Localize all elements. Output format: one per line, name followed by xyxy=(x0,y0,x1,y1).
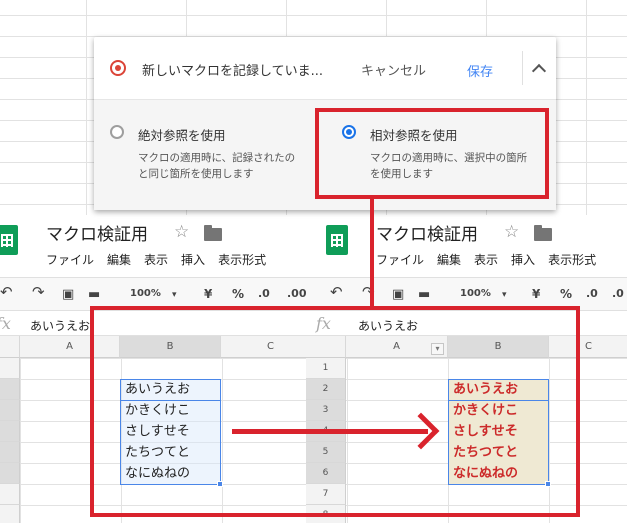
menu-file[interactable]: ファイル xyxy=(376,253,424,267)
menu-view[interactable]: 表示 xyxy=(474,253,498,267)
menu-edit[interactable]: 編集 xyxy=(437,253,461,267)
zoom-select[interactable]: 100% xyxy=(460,288,491,299)
save-button[interactable]: 保存 xyxy=(467,61,493,80)
fx-icon: fx xyxy=(0,314,11,333)
row-header[interactable] xyxy=(0,421,20,442)
redo-icon[interactable]: ↷ xyxy=(32,283,45,301)
option-title: 絶対参照を使用 xyxy=(138,128,226,143)
percent-format-button[interactable]: % xyxy=(232,287,244,301)
menu-format[interactable]: 表示形式 xyxy=(218,253,266,267)
print-icon[interactable]: ▣ xyxy=(392,287,404,302)
percent-format-button[interactable]: % xyxy=(560,287,572,301)
document-title[interactable]: マクロ検証用 xyxy=(46,220,148,245)
paint-format-icon[interactable]: ▬ xyxy=(88,287,100,302)
menu-edit[interactable]: 編集 xyxy=(107,253,131,267)
absolute-reference-radio[interactable] xyxy=(110,125,124,139)
zoom-select[interactable]: 100% xyxy=(130,288,161,299)
corner-header[interactable] xyxy=(0,336,20,358)
decrease-decimal-button[interactable]: .0 xyxy=(586,287,598,300)
connector-line xyxy=(370,199,374,308)
zoom-dropdown-icon[interactable]: ▾ xyxy=(172,290,177,300)
recording-status-text: 新しいマクロを記録していま... xyxy=(142,64,324,79)
menu-format[interactable]: 表示形式 xyxy=(548,253,596,267)
menu-insert[interactable]: 挿入 xyxy=(511,253,535,267)
increase-decimal-button[interactable]: .0 xyxy=(612,287,624,300)
star-icon[interactable]: ☆ xyxy=(504,222,519,242)
row-header[interactable] xyxy=(0,400,20,421)
row-header[interactable] xyxy=(0,442,20,463)
arrow-shaft xyxy=(232,429,428,434)
undo-icon[interactable]: ↶ xyxy=(0,283,13,301)
chevron-up-icon[interactable] xyxy=(522,51,556,85)
menu-view[interactable]: 表示 xyxy=(144,253,168,267)
row-header[interactable] xyxy=(0,358,20,379)
row-header[interactable] xyxy=(0,484,20,505)
paint-format-icon[interactable]: ▬ xyxy=(418,287,430,302)
formula-input[interactable]: あいうえお xyxy=(30,317,90,334)
zoom-dropdown-icon[interactable]: ▾ xyxy=(502,290,507,300)
record-icon xyxy=(110,60,126,76)
highlight-box-sheets xyxy=(90,306,580,517)
menu-bar: ファイル 編集 表示 挿入 表示形式 xyxy=(46,251,279,268)
dialog-header: 新しいマクロを記録していま... キャンセル 保存 xyxy=(94,37,556,99)
increase-decimal-button[interactable]: .00 xyxy=(287,287,306,300)
menu-file[interactable]: ファイル xyxy=(46,253,94,267)
option-description: マクロの適用時に、記録されたのと同じ箇所を使用します xyxy=(138,152,296,180)
highlight-box-relative-option xyxy=(315,108,549,199)
row-header[interactable] xyxy=(0,463,20,484)
option-absolute-reference[interactable]: 絶対参照を使用 マクロの適用時に、記録されたのと同じ箇所を使用します xyxy=(94,100,314,211)
sheets-logo-icon[interactable] xyxy=(0,225,18,255)
menu-insert[interactable]: 挿入 xyxy=(181,253,205,267)
cancel-button[interactable]: キャンセル xyxy=(361,60,426,79)
decrease-decimal-button[interactable]: .0 xyxy=(258,287,270,300)
folder-icon[interactable] xyxy=(204,225,222,241)
currency-format-button[interactable]: ¥ xyxy=(204,287,212,301)
folder-icon[interactable] xyxy=(534,225,552,241)
menu-bar: ファイル 編集 表示 挿入 表示形式 xyxy=(376,251,609,268)
row-header[interactable] xyxy=(0,505,20,523)
row-header[interactable] xyxy=(0,379,20,400)
document-title[interactable]: マクロ検証用 xyxy=(376,220,478,245)
currency-format-button[interactable]: ¥ xyxy=(532,287,540,301)
sheets-logo-icon[interactable] xyxy=(326,225,348,255)
screenshot-stage: マクロ検証用 ☆ ファイル 編集 表示 挿入 表示形式 ↶ ↷ ▣ ▬ 100% ▾ ¥… xyxy=(0,0,627,523)
star-icon[interactable]: ☆ xyxy=(174,222,189,242)
undo-icon[interactable]: ↶ xyxy=(330,283,343,301)
print-icon[interactable]: ▣ xyxy=(62,287,74,302)
